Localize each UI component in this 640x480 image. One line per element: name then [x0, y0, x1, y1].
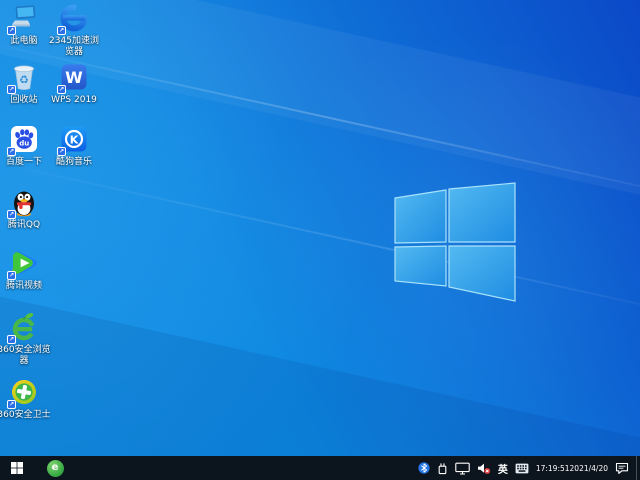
recycle-bin-icon: ♻ ↗ [7, 62, 39, 94]
bluetooth-icon[interactable] [418, 462, 430, 474]
usb-icon[interactable] [437, 462, 448, 475]
kugou-music-icon: K ↗ [57, 124, 89, 156]
2345-browser-icon: ↗ [57, 3, 89, 35]
windows-logo-wallpaper [394, 182, 516, 302]
desktop-icon-label: 腾讯视频 [5, 281, 42, 291]
desktop-icon-2345-browser[interactable]: ↗ 2345加速浏览器 [47, 3, 101, 58]
360-browser-icon: ↗ [7, 312, 39, 344]
desktop-icon-label: 360安全浏览器 [0, 345, 51, 366]
taskbar-app-360-browser[interactable]: e [42, 456, 68, 480]
shortcut-arrow-badge: ↗ [7, 85, 16, 94]
wps-2019-icon: W ↗ [57, 62, 89, 94]
tencent-video-icon: ↗ [7, 248, 39, 280]
tencent-qq-icon: ↗ [7, 187, 39, 219]
desktop-icon-label: 360安全卫士 [0, 410, 51, 420]
desktop-icon-label: 2345加速浏览器 [49, 36, 99, 57]
shortcut-arrow-badge: ↗ [57, 85, 66, 94]
start-button[interactable] [0, 456, 34, 480]
shortcut-arrow-badge: ↗ [7, 335, 16, 344]
shortcut-arrow-badge: ↗ [7, 147, 16, 156]
ime-language-indicator[interactable]: 英 [498, 461, 508, 476]
shortcut-arrow-badge: ↗ [7, 26, 16, 35]
360-safe-icon: ↗ [7, 377, 39, 409]
shortcut-arrow-badge: ↗ [57, 26, 66, 35]
desktop-icon-kugou-music[interactable]: K ↗ 酷狗音乐 [47, 124, 101, 168]
desktop-icon-label: 百度一下 [5, 157, 42, 167]
this-pc-icon: ↗ [7, 3, 39, 35]
desktop-icon-label: 回收站 [10, 95, 38, 105]
shortcut-arrow-badge: ↗ [7, 271, 16, 280]
action-center-icon[interactable] [615, 462, 629, 475]
clock-date: 2021/4/20 [569, 463, 608, 473]
wallpaper-shadow-band [0, 288, 640, 480]
shortcut-arrow-badge: ↗ [57, 147, 66, 156]
shortcut-arrow-badge: ↗ [7, 400, 16, 409]
desktop-icon-tencent-qq[interactable]: ↗ 腾讯QQ [0, 187, 51, 231]
windows-start-icon [11, 462, 23, 474]
taskbar-clock[interactable]: 17:19:51 2021/4/20 [536, 464, 608, 473]
speaker-muted-icon[interactable] [477, 462, 491, 475]
taskbar: e 英 17:19:51 2021/4/20 [0, 456, 640, 480]
show-desktop-button[interactable] [636, 456, 640, 480]
ime-keyboard-icon[interactable] [515, 463, 529, 474]
desktop-icon-label: 酷狗音乐 [55, 157, 92, 167]
desktop-icon-baidu[interactable]: du ↗ 百度一下 [0, 124, 51, 168]
shortcut-arrow-badge: ↗ [7, 210, 16, 219]
clock-time: 17:19:51 [535, 463, 570, 473]
svg-text:♻: ♻ [19, 74, 29, 87]
system-tray: 英 17:19:51 2021/4/20 [418, 456, 640, 480]
desktop-icon-label: 腾讯QQ [7, 220, 41, 230]
svg-text:K: K [70, 133, 79, 146]
desktop-icon-recycle-bin[interactable]: ♻ ↗ 回收站 [0, 62, 51, 106]
svg-text:W: W [65, 68, 83, 87]
desktop-icon-tencent-video[interactable]: ↗ 腾讯视频 [0, 248, 51, 292]
desktop-icon-label: 此电脑 [10, 36, 38, 46]
green-e-circle-icon: e [46, 459, 64, 477]
desktop-icon-360-browser[interactable]: ↗ 360安全浏览器 [0, 312, 51, 367]
desktop-icon-360-safe[interactable]: ↗ 360安全卫士 [0, 377, 51, 421]
windows-desktop: ↗ 此电脑 ↗ 2345加速浏览器 ♻ ↗ 回收站 W ↗ WPS 2019 d… [0, 0, 640, 480]
monitor-icon[interactable] [455, 462, 470, 475]
desktop-icon-wps-2019[interactable]: W ↗ WPS 2019 [47, 62, 101, 106]
svg-text:du: du [19, 139, 29, 147]
desktop-icon-this-pc[interactable]: ↗ 此电脑 [0, 3, 51, 47]
desktop-icon-label: WPS 2019 [51, 95, 97, 105]
baidu-icon: du ↗ [7, 124, 39, 156]
wallpaper-ray [0, 158, 640, 328]
